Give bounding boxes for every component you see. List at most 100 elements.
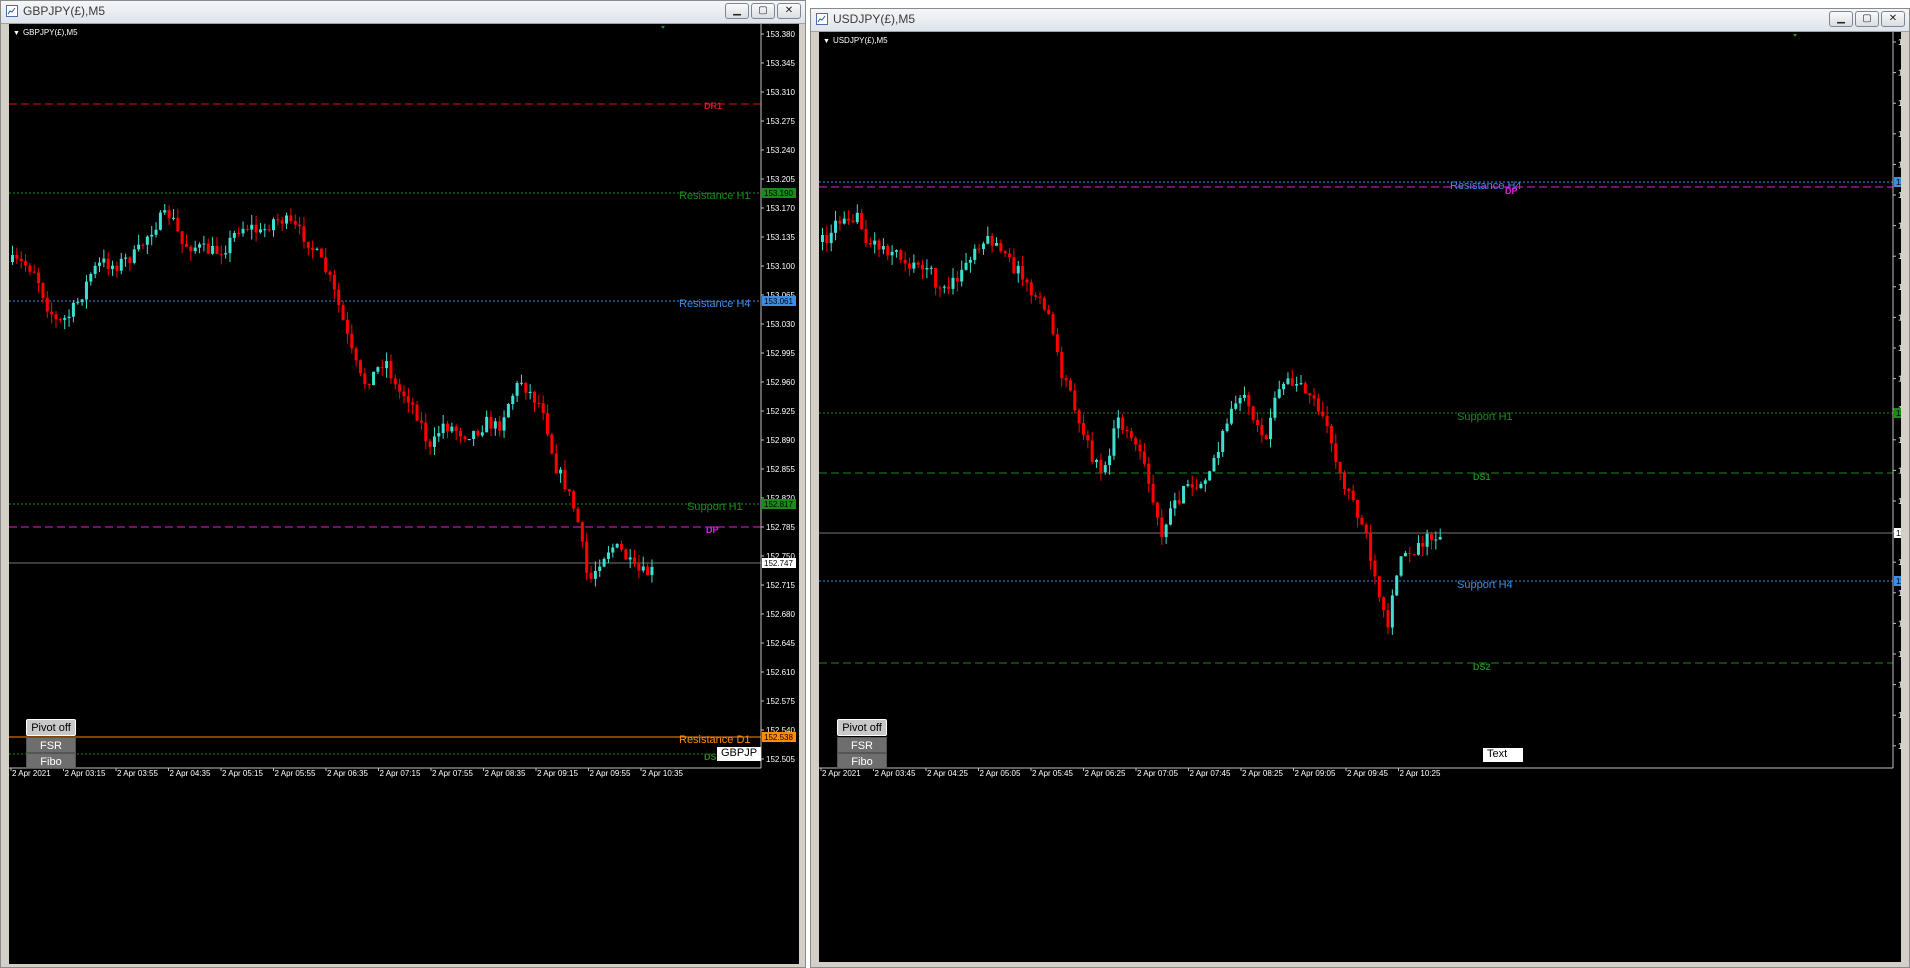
- window-titlebar[interactable]: USDJPY(£),M5 ▁ ▢ ✕: [811, 9, 1909, 32]
- fibo-button[interactable]: Fibo: [837, 753, 887, 769]
- price-tick-label: 110.355: [1898, 650, 1901, 659]
- price-tick-label: 110.635: [1898, 222, 1901, 231]
- price-tick-label: 152.890: [766, 436, 795, 445]
- candle-body: [877, 240, 881, 250]
- candle-body: [960, 269, 964, 282]
- time-tick-label: 2 Apr 07:05: [1137, 769, 1178, 778]
- price-tick-label: 153.380: [766, 30, 795, 39]
- price-tick-label: 110.655: [1898, 191, 1901, 200]
- candle-body: [432, 436, 436, 447]
- time-tick-label: 2 Apr 06:35: [327, 769, 368, 778]
- candle-body: [337, 289, 341, 306]
- candle-body: [925, 268, 929, 270]
- candle-body: [1382, 597, 1386, 611]
- candle-body: [71, 302, 75, 317]
- candle-body: [1377, 576, 1381, 598]
- candle-body: [1203, 480, 1207, 484]
- candle-body: [145, 236, 149, 245]
- candle-body: [1055, 334, 1059, 353]
- time-tick-label: 2 Apr 09:45: [1347, 769, 1388, 778]
- candle-body: [228, 237, 232, 254]
- candle-body: [1012, 257, 1016, 274]
- candle-body: [1008, 253, 1012, 258]
- chart-text-box[interactable]: Text: [1483, 748, 1523, 762]
- price-tick-label: 110.395: [1898, 589, 1901, 598]
- price-tick-label: 110.295: [1898, 742, 1901, 751]
- chart-window-gbpjpy[interactable]: GBPJPY(£),M5 ▁ ▢ ✕ DR1 Resistance H1 Resis…: [0, 0, 806, 968]
- time-tick-label: 2 Apr 08:35: [485, 769, 526, 778]
- candle-body: [380, 367, 384, 369]
- maximize-button[interactable]: ▢: [751, 3, 775, 19]
- pivot-off-button[interactable]: Pivot off: [837, 719, 887, 736]
- chart-canvas[interactable]: Resistance H4DPSupport H1DS1Support H4DS…: [819, 32, 1901, 962]
- candle-body: [894, 250, 898, 252]
- candle-body: [1112, 428, 1116, 456]
- candle-body: [193, 247, 197, 252]
- time-tick-label: 2 Apr 05:45: [1032, 769, 1073, 778]
- candle-body: [981, 243, 985, 250]
- time-tick-label: 2 Apr 10:25: [1400, 769, 1441, 778]
- chart-window-usdjpy[interactable]: USDJPY(£),M5 ▁ ▢ ✕ Resistance H4 DP Suppor…: [810, 8, 1910, 968]
- candle-body: [864, 229, 868, 243]
- candle-body: [89, 273, 93, 282]
- candle-body: [1086, 434, 1090, 441]
- candle-body: [951, 277, 955, 289]
- candle-body: [606, 552, 610, 559]
- window-title: GBPJPY(£),M5: [23, 4, 106, 18]
- price-tick-label: 110.675: [1898, 160, 1901, 169]
- fsr-button[interactable]: FSR: [837, 737, 887, 753]
- fibo-button[interactable]: Fibo: [26, 753, 76, 769]
- candle-body: [1016, 265, 1020, 274]
- candle-body: [620, 543, 623, 550]
- candle-body: [585, 541, 589, 573]
- candle-body: [24, 261, 28, 266]
- candle-body: [1269, 417, 1273, 440]
- candle-body: [650, 566, 654, 576]
- candle-body: [93, 265, 97, 274]
- candle-body: [942, 286, 946, 288]
- candle-body: [63, 318, 67, 320]
- candle-body: [41, 283, 45, 298]
- candle-body: [1034, 295, 1038, 297]
- candle-body: [633, 557, 637, 564]
- candle-body: [1208, 471, 1212, 481]
- price-tick-label: 152.575: [766, 697, 795, 706]
- chart-canvas[interactable]: DR1 Resistance H1 Resistance H4 Support H1 D…: [9, 24, 799, 964]
- candle-body: [964, 262, 968, 270]
- window-title: USDJPY(£),M5: [833, 12, 916, 26]
- candle-body: [198, 244, 202, 248]
- maximize-button[interactable]: ▢: [1855, 11, 1879, 27]
- candle-body: [1116, 417, 1120, 429]
- minimize-button[interactable]: ▁: [1829, 11, 1853, 27]
- candle-body: [977, 248, 981, 250]
- chart-text-box[interactable]: GBPJP: [717, 747, 761, 761]
- close-button[interactable]: ✕: [1881, 11, 1905, 27]
- shift-marker-icon: [661, 26, 665, 29]
- window-titlebar[interactable]: GBPJPY(£),M5 ▁ ▢ ✕: [1, 1, 805, 24]
- candle-body: [903, 259, 907, 264]
- candle-body: [341, 305, 345, 320]
- price-chart[interactable]: DR1 Resistance H1 Resistance H4 Support H1 D…: [9, 24, 799, 964]
- candle-body: [428, 441, 432, 447]
- candle-body: [272, 219, 275, 231]
- minimize-button[interactable]: ▁: [725, 3, 749, 19]
- price-tick-label: 153.170: [766, 204, 795, 213]
- time-tick-label: 2 Apr 10:35: [642, 769, 683, 778]
- fsr-button[interactable]: FSR: [26, 737, 76, 753]
- candle-body: [298, 224, 302, 227]
- time-tick-label: 2 Apr 03:55: [117, 769, 158, 778]
- time-tick-label: 2 Apr 07:55: [432, 769, 473, 778]
- price-tick-label: 110.475: [1898, 466, 1901, 475]
- candle-body: [202, 243, 206, 245]
- candle-body: [441, 423, 445, 434]
- candle-body: [1395, 575, 1399, 596]
- pivot-off-button[interactable]: Pivot off: [26, 719, 76, 736]
- dropdown-triangle-icon[interactable]: ▼: [13, 30, 20, 37]
- candle-body: [968, 259, 972, 263]
- close-button[interactable]: ✕: [777, 3, 801, 19]
- price-chart[interactable]: Resistance H4 DP Support H1 DS1 Support H4 DS…: [819, 32, 1901, 962]
- price-tick-label: 110.595: [1898, 283, 1901, 292]
- dropdown-triangle-icon[interactable]: ▼: [823, 38, 830, 45]
- candle-body: [315, 248, 319, 250]
- candle-body: [176, 217, 180, 232]
